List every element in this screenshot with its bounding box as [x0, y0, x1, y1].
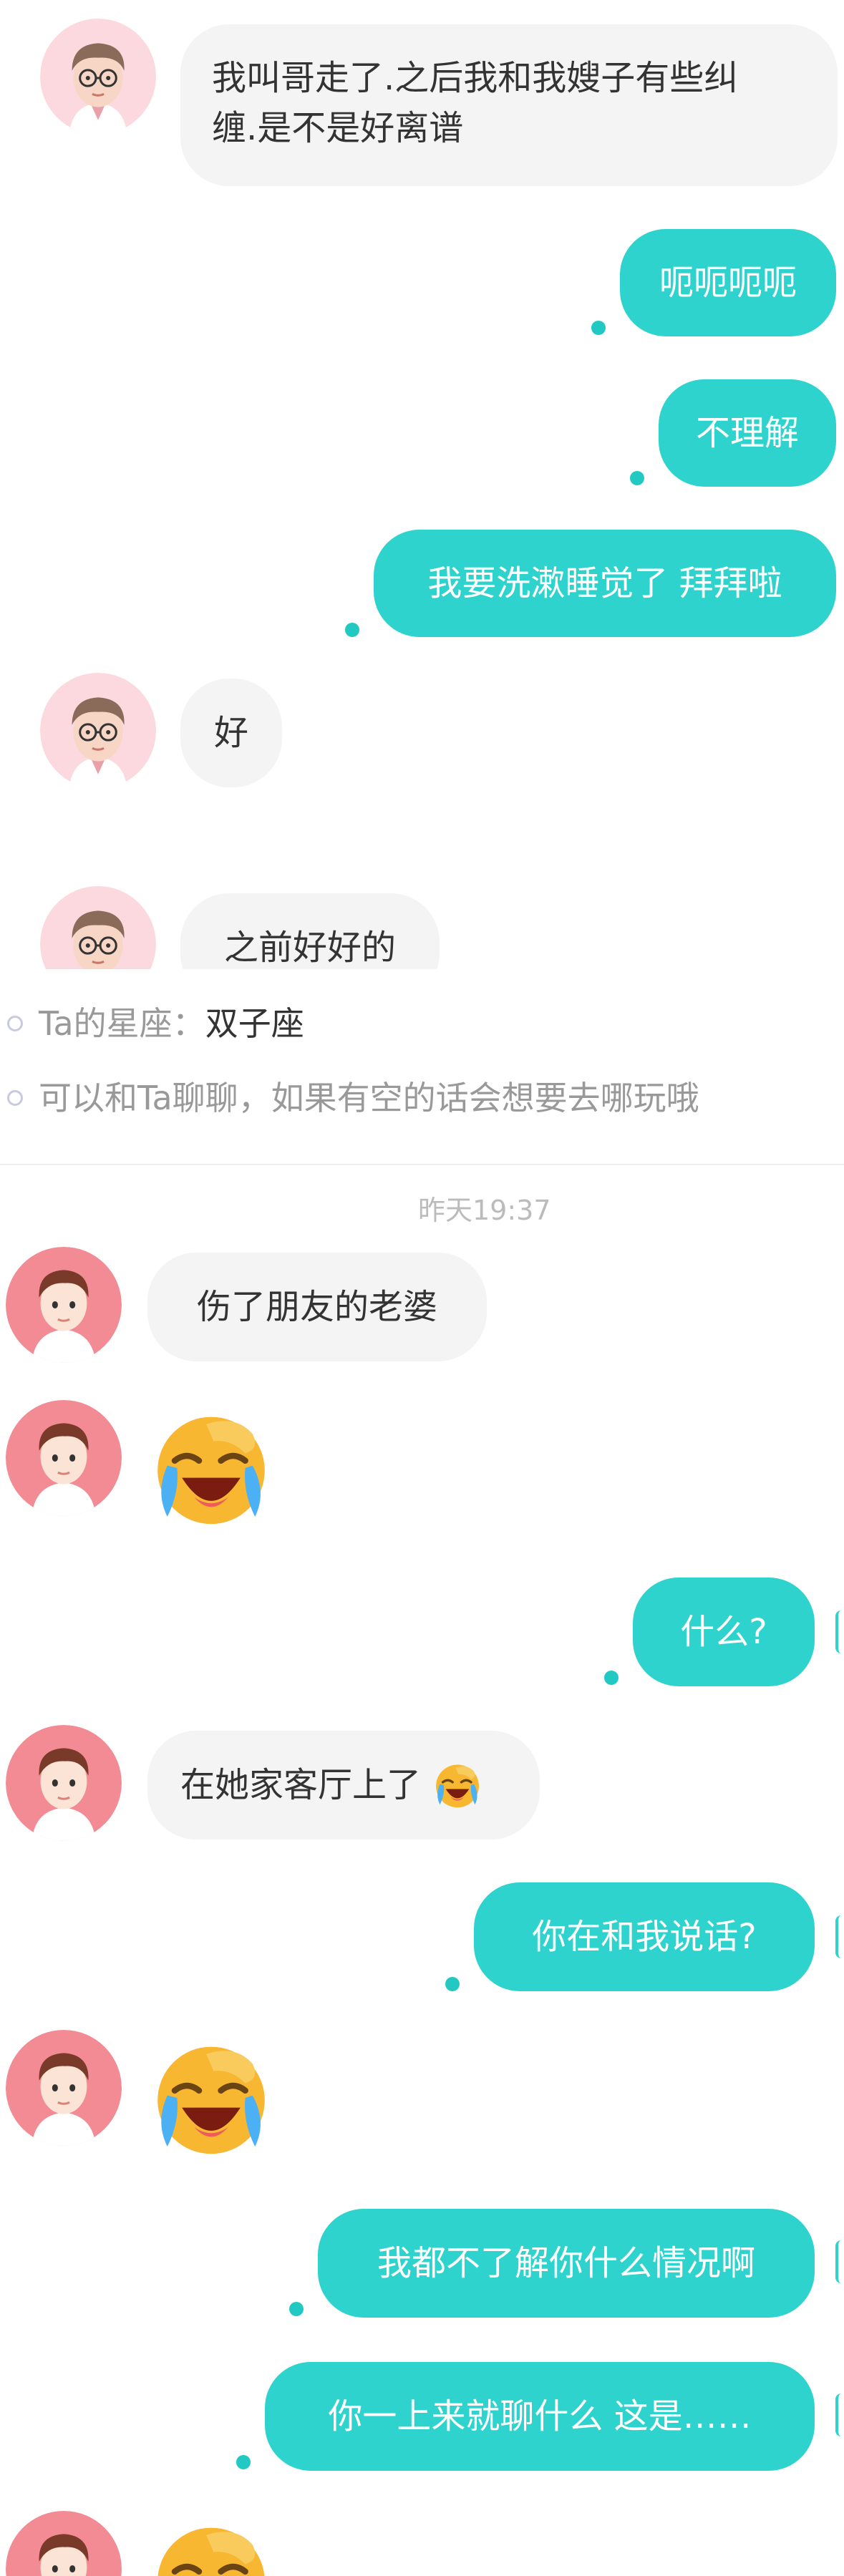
loudly-crying-face-emoji[interactable]: [150, 2037, 272, 2159]
message-text: 之前好好的: [223, 928, 396, 968]
profile-zodiac-row: Ta的星座：双子座: [7, 998, 304, 1045]
message-bubble-outgoing[interactable]: 你在和我说话?: [474, 1882, 815, 1991]
message-bubble-outgoing[interactable]: 我都不了解你什么情况啊: [318, 2209, 815, 2318]
message-bubble-incoming[interactable]: 我叫哥走了.之后我和我嫂子有些纠 缠.是不是好离谱: [180, 24, 838, 186]
contact-avatar[interactable]: [40, 19, 156, 135]
message-bubble-outgoing[interactable]: 我要洗漱睡觉了 拜拜啦: [374, 530, 836, 637]
avatar-glasses-man-icon: [40, 19, 156, 135]
crying-face-icon: [150, 2518, 272, 2576]
contact-avatar[interactable]: [6, 1400, 122, 1516]
message-text: 什么?: [680, 1612, 767, 1652]
message-text: 缠.是不是好离谱: [212, 108, 464, 148]
crying-face-icon: [433, 1761, 482, 1809]
chat-suggestion: 可以和Ta聊聊，如果有空的话会想要去哪玩哦: [39, 1079, 699, 1117]
avatar-young-man-icon: [6, 1725, 122, 1841]
message-bubble-incoming[interactable]: 在她家客厅上了: [147, 1731, 540, 1839]
read-status-dot: [236, 2455, 251, 2469]
message-bubble-outgoing[interactable]: 不理解: [659, 379, 836, 487]
profile-prompt-row: 可以和Ta聊聊，如果有空的话会想要去哪玩哦: [7, 1072, 699, 1119]
read-status-dot: [445, 1977, 460, 1991]
message-bubble-outgoing[interactable]: 你一上来就聊什么 这是……: [265, 2362, 815, 2471]
scroll-edge-indicator: [835, 1610, 844, 1653]
message-bubble-incoming[interactable]: 之前好好的: [180, 893, 440, 969]
zodiac-label: Ta的星座：: [39, 1004, 205, 1043]
zodiac-value: 双子座: [205, 1004, 304, 1043]
loudly-crying-face-emoji[interactable]: [150, 2518, 272, 2576]
cropped-message-row: 之前好好的: [0, 880, 844, 969]
section-divider: [0, 1164, 844, 1165]
message-text: 在她家客厅上了: [180, 1765, 422, 1805]
scroll-edge-indicator: [835, 1915, 844, 1958]
message-bubble-incoming[interactable]: 好: [180, 679, 282, 787]
message-text: 呃呃呃呃: [659, 263, 797, 303]
read-status-dot: [289, 2302, 304, 2316]
contact-avatar[interactable]: [6, 2030, 122, 2146]
scroll-edge-indicator: [835, 2393, 844, 2436]
message-text: 我要洗漱睡觉了 拜拜啦: [427, 563, 782, 603]
read-status-dot: [630, 471, 644, 485]
avatar-young-man-icon: [6, 1247, 122, 1363]
message-text: 伤了朋友的老婆: [196, 1287, 437, 1327]
loudly-crying-face-emoji[interactable]: [150, 1407, 272, 1529]
bullet-icon: [7, 1015, 23, 1031]
contact-avatar[interactable]: [6, 1725, 122, 1841]
crying-face-icon: [150, 1407, 272, 1529]
avatar-young-man-icon: [6, 2030, 122, 2146]
avatar-glasses-man-icon: [40, 673, 156, 789]
contact-avatar[interactable]: [40, 886, 156, 969]
cropped-message-row: [0, 2505, 844, 2576]
avatar-young-man-icon: [6, 1400, 122, 1516]
message-bubble-outgoing[interactable]: 什么?: [633, 1578, 815, 1686]
read-status-dot: [591, 321, 606, 335]
message-text: 不理解: [695, 413, 799, 453]
contact-avatar[interactable]: [40, 673, 156, 789]
message-text: 我都不了解你什么情况啊: [377, 2243, 755, 2283]
message-text: 你一上来就聊什么 这是……: [328, 2396, 752, 2436]
message-text: 我叫哥走了.之后我和我嫂子有些纠: [212, 58, 739, 98]
avatar-glasses-man-icon: [40, 886, 156, 969]
message-bubble-incoming[interactable]: 伤了朋友的老婆: [147, 1253, 487, 1361]
avatar-young-man-icon: [6, 2511, 122, 2576]
contact-avatar[interactable]: [6, 2511, 122, 2576]
crying-face-icon: [150, 2037, 272, 2159]
message-text: 好: [213, 713, 248, 753]
message-timestamp: 昨天19:37: [418, 1195, 551, 1226]
contact-avatar[interactable]: [6, 1247, 122, 1363]
read-status-dot: [604, 1671, 619, 1685]
message-bubble-outgoing[interactable]: 呃呃呃呃: [620, 229, 836, 336]
bullet-icon: [7, 1089, 23, 1106]
scroll-edge-indicator: [835, 2240, 844, 2283]
read-status-dot: [345, 623, 359, 637]
message-text: 你在和我说话?: [532, 1917, 757, 1957]
